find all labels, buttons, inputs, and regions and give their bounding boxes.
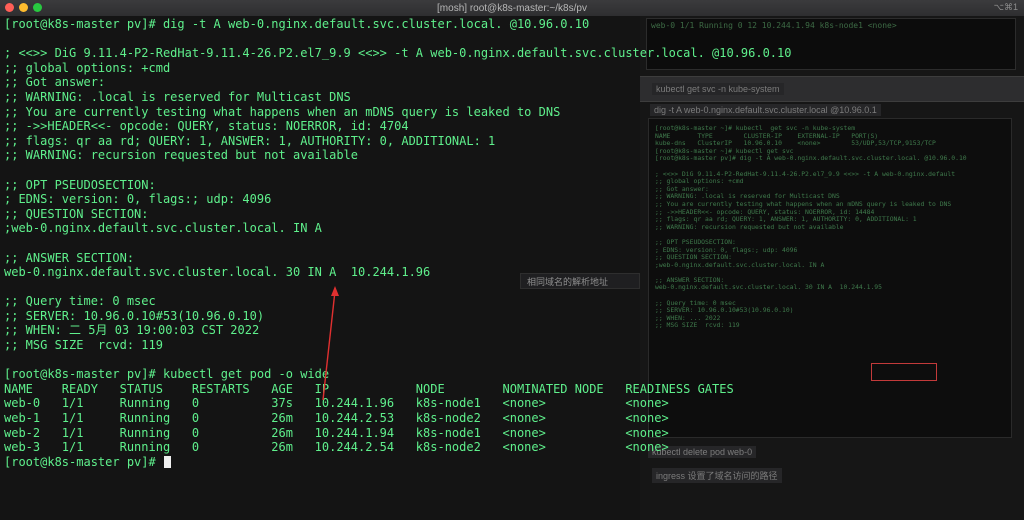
terminal-line-text: ;; ->>HEADER<<- opcode: QUERY, status: N… bbox=[4, 119, 409, 134]
terminal-line: ;; SERVER: 10.96.0.10#53(10.96.0.10) bbox=[4, 309, 791, 324]
window-shortcut: ⌥⌘1 bbox=[993, 2, 1018, 12]
terminal-line-text: ;; Got answer: bbox=[4, 75, 106, 90]
terminal-line: ;; ->>HEADER<<- opcode: QUERY, status: N… bbox=[4, 119, 791, 134]
terminal-line: NAME READY STATUS RESTARTS AGE IP NODE N… bbox=[4, 382, 791, 397]
terminal-line-text: ;; WARNING: recursion requested but not … bbox=[4, 148, 359, 163]
terminal-line-text: ;; WARNING: .local is reserved for Multi… bbox=[4, 89, 351, 104]
minimize-window-button[interactable] bbox=[19, 3, 28, 12]
terminal-line: web-2 1/1 Running 0 26m 10.244.1.94 k8s-… bbox=[4, 426, 791, 441]
terminal-window[interactable]: [root@k8s-master pv]# dig -t A web-0.ngi… bbox=[0, 16, 791, 520]
terminal-line: ;; OPT PSEUDOSECTION: bbox=[4, 178, 791, 193]
highlight-box bbox=[871, 363, 937, 381]
annotation-note: 相同域名的解析地址 bbox=[520, 273, 640, 289]
window-controls bbox=[5, 3, 42, 12]
window-titlebar: [mosh] root@k8s-master:~/k8s/pv ⌥⌘1 bbox=[0, 0, 1024, 17]
terminal-line-text: ;; OPT PSEUDOSECTION: bbox=[4, 177, 156, 192]
terminal-line-text: ;; WHEN: 二 5月 03 19:00:03 CST 2022 bbox=[4, 323, 260, 338]
terminal-line: ;web-0.nginx.default.svc.cluster.local. … bbox=[4, 221, 791, 236]
terminal-line-text: ;; ANSWER SECTION: bbox=[4, 250, 135, 265]
terminal-line-text: web-1 1/1 Running 0 26m 10.244.2.53 k8s-… bbox=[4, 411, 669, 426]
window-title: [mosh] root@k8s-master:~/k8s/pv bbox=[437, 2, 587, 14]
terminal-line-text: [root@k8s-master pv]# kubectl get pod -o… bbox=[4, 367, 330, 382]
terminal-line-text: ;; SERVER: 10.96.0.10#53(10.96.0.10) bbox=[4, 308, 265, 323]
ingress-label: ingress 设置了域名访问的路径 bbox=[652, 468, 782, 483]
terminal-cursor bbox=[163, 455, 171, 468]
close-window-button[interactable] bbox=[5, 3, 14, 12]
terminal-line-text: ;; MSG SIZE rcvd: 119 bbox=[4, 338, 163, 353]
terminal-line: web-1 1/1 Running 0 26m 10.244.2.53 k8s-… bbox=[4, 411, 791, 426]
terminal-line-text: web-2 1/1 Running 0 26m 10.244.1.94 k8s-… bbox=[4, 425, 669, 440]
terminal-line-text: ;; flags: qr aa rd; QUERY: 1, ANSWER: 1,… bbox=[4, 133, 496, 148]
terminal-output: [root@k8s-master pv]# dig -t A web-0.ngi… bbox=[4, 17, 791, 469]
terminal-line: ;; You are currently testing what happen… bbox=[4, 105, 791, 120]
terminal-line: ;; QUESTION SECTION: bbox=[4, 207, 791, 222]
terminal-line: web-0.nginx.default.svc.cluster.local. 3… bbox=[4, 265, 791, 280]
terminal-line-text: [root@k8s-master pv]# bbox=[4, 454, 163, 469]
terminal-line: ;; Got answer: bbox=[4, 75, 791, 90]
terminal-line: ;; ANSWER SECTION: bbox=[4, 251, 791, 266]
terminal-line-text: NAME READY STATUS RESTARTS AGE IP NODE N… bbox=[4, 381, 734, 396]
terminal-line-text: ;; You are currently testing what happen… bbox=[4, 104, 561, 119]
terminal-line: ;; global options: +cmd bbox=[4, 61, 791, 76]
terminal-line-text: web-0.nginx.default.svc.cluster.local. 3… bbox=[4, 265, 431, 280]
terminal-line-text: ;web-0.nginx.default.svc.cluster.local. … bbox=[4, 221, 322, 236]
terminal-line: ;; WARNING: .local is reserved for Multi… bbox=[4, 90, 791, 105]
terminal-line: ;; WARNING: recursion requested but not … bbox=[4, 148, 791, 163]
terminal-line: web-3 1/1 Running 0 26m 10.244.2.54 k8s-… bbox=[4, 440, 791, 455]
terminal-line: ; EDNS: version: 0, flags:; udp: 4096 bbox=[4, 192, 791, 207]
terminal-line: [root@k8s-master pv]# bbox=[4, 455, 791, 470]
terminal-line-text: ;; global options: +cmd bbox=[4, 60, 171, 75]
terminal-line: ; <<>> DiG 9.11.4-P2-RedHat-9.11.4-26.P2… bbox=[4, 46, 791, 61]
maximize-window-button[interactable] bbox=[33, 3, 42, 12]
terminal-line: ;; flags: qr aa rd; QUERY: 1, ANSWER: 1,… bbox=[4, 134, 791, 149]
terminal-line-text: [root@k8s-master pv]# dig -t A web-0.ngi… bbox=[4, 17, 590, 31]
terminal-line: [root@k8s-master pv]# kubectl get pod -o… bbox=[4, 367, 791, 382]
terminal-line-text: ; <<>> DiG 9.11.4-P2-RedHat-9.11.4-26.P2… bbox=[4, 46, 792, 61]
terminal-line: ;; Query time: 0 msec bbox=[4, 294, 791, 309]
terminal-line-text: web-0 1/1 Running 0 37s 10.244.1.96 k8s-… bbox=[4, 396, 669, 411]
terminal-line-text: ;; Query time: 0 msec bbox=[4, 294, 156, 309]
terminal-line: web-0 1/1 Running 0 37s 10.244.1.96 k8s-… bbox=[4, 396, 791, 411]
terminal-line-text: web-3 1/1 Running 0 26m 10.244.2.54 k8s-… bbox=[4, 440, 669, 455]
terminal-line: [root@k8s-master pv]# dig -t A web-0.ngi… bbox=[4, 17, 791, 32]
terminal-line: ;; WHEN: 二 5月 03 19:00:03 CST 2022 bbox=[4, 323, 791, 338]
terminal-line-text: ; EDNS: version: 0, flags:; udp: 4096 bbox=[4, 192, 272, 207]
terminal-line-text: ;; QUESTION SECTION: bbox=[4, 206, 149, 221]
terminal-line: ;; MSG SIZE rcvd: 119 bbox=[4, 338, 791, 353]
